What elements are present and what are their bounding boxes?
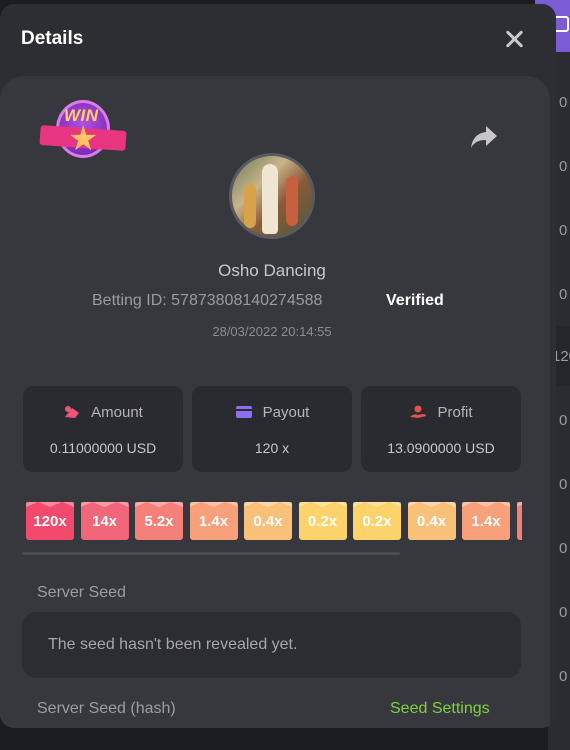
- background-value: 0: [559, 158, 568, 175]
- star-icon: ★: [68, 120, 99, 158]
- payout-label: Payout: [262, 404, 310, 421]
- coins-icon: [65, 406, 80, 418]
- multiplier-chip: 1.4x: [462, 502, 510, 540]
- server-seed-field: The seed hasn't been revealed yet.: [22, 612, 521, 678]
- win-badge: ★ WIN: [39, 100, 127, 168]
- multiplier-chip: 0.4x: [244, 502, 292, 540]
- amount-value: 0.11000000 USD: [49, 440, 157, 456]
- background-value: 0: [559, 412, 568, 429]
- background-value: 0: [559, 604, 568, 621]
- payout-card: Payout 120 x: [192, 386, 352, 472]
- multiplier-chip: 5.2x: [135, 502, 183, 540]
- multiplier-chip: 0.2x: [298, 502, 347, 540]
- payout-value: 120 x: [254, 440, 290, 456]
- multiplier-strip: 120x 14x 5.2x 1.4x 0.4x 0.2x 0.2x 0.4x 1.4x: [26, 502, 522, 540]
- multiplier-scrollbar[interactable]: [22, 552, 400, 555]
- bet-datetime: 28/03/2022 20:14:55: [212, 324, 332, 339]
- modal-title: Details: [21, 28, 84, 49]
- avatar: [229, 153, 315, 239]
- server-seed-value: The seed hasn't been revealed yet.: [48, 636, 298, 653]
- background-value: 0: [559, 222, 568, 239]
- multiplier-chip: [516, 502, 522, 540]
- multiplier-chip: 1.4x: [189, 502, 238, 540]
- background-value: 0: [559, 668, 568, 685]
- profit-label: Profit: [437, 404, 473, 421]
- multiplier-chip: 14x: [80, 502, 129, 540]
- background-value: 0: [559, 286, 568, 303]
- win-badge-text: WIN: [64, 106, 99, 125]
- verified-status: Verified: [386, 292, 444, 309]
- amount-card: Amount 0.11000000 USD: [23, 386, 183, 472]
- profit-card: Profit 13.0900000 USD: [361, 386, 521, 472]
- seed-settings-link[interactable]: Seed Settings: [390, 700, 490, 718]
- wallet-icon: [235, 406, 252, 418]
- share-icon[interactable]: [470, 124, 498, 150]
- background-value: 0: [559, 476, 568, 493]
- background-value: 0: [559, 540, 568, 557]
- close-icon[interactable]: [503, 28, 525, 50]
- betting-id: Betting ID: 57873808140274588: [92, 292, 323, 309]
- amount-label: Amount: [91, 404, 143, 421]
- player-name: Osho Dancing: [218, 261, 326, 280]
- background-value: 0: [559, 94, 568, 111]
- profit-value: 13.0900000 USD: [387, 440, 495, 456]
- multiplier-chip: 120x: [26, 502, 74, 540]
- server-seed-label: Server Seed: [37, 584, 126, 601]
- server-seed-hash-label: Server Seed (hash): [37, 700, 176, 717]
- multiplier-chip: 0.2x: [353, 502, 401, 540]
- multiplier-chip: 0.4x: [407, 502, 456, 540]
- hand-profit-icon: [410, 405, 427, 418]
